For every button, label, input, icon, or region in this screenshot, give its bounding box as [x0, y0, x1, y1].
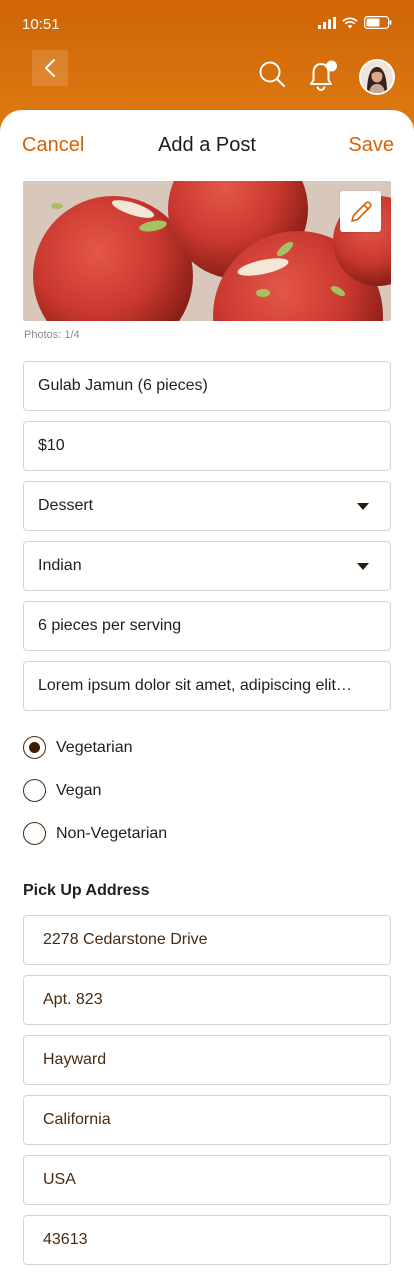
- country-value: USA: [43, 1171, 76, 1188]
- radio-button-selected[interactable]: [23, 736, 46, 759]
- pickup-address-heading: Pick Up Address: [23, 882, 150, 899]
- description-value: Lorem ipsum dolor sit amet, adipiscing e…: [38, 677, 352, 694]
- category-select[interactable]: Dessert: [23, 481, 391, 531]
- serving-value: 6 pieces per serving: [38, 617, 182, 634]
- description-field[interactable]: Lorem ipsum dolor sit amet, adipiscing e…: [23, 661, 391, 711]
- zip-field[interactable]: 43613: [23, 1215, 391, 1265]
- diet-option-non-vegetarian[interactable]: Non-Vegetarian: [23, 822, 167, 845]
- signal-icon: [318, 16, 336, 29]
- state-value: California: [43, 1111, 111, 1128]
- bell-icon[interactable]: [308, 60, 338, 92]
- search-icon[interactable]: [258, 60, 286, 88]
- street-value: 2278 Cedarstone Drive: [43, 931, 208, 948]
- state-field[interactable]: California: [23, 1095, 391, 1145]
- cuisine-select[interactable]: Indian: [23, 541, 391, 591]
- dish-photo[interactable]: [23, 181, 391, 321]
- unit-field[interactable]: Apt. 823: [23, 975, 391, 1025]
- category-value: Dessert: [38, 497, 94, 514]
- chevron-left-icon: [45, 59, 55, 77]
- cancel-button[interactable]: Cancel: [22, 134, 84, 157]
- cuisine-value: Indian: [38, 557, 82, 574]
- radio-dot: [29, 742, 40, 753]
- back-button[interactable]: [32, 50, 68, 86]
- price-value: $10: [38, 437, 65, 454]
- diet-option-vegetarian[interactable]: Vegetarian: [23, 736, 133, 759]
- serving-field[interactable]: 6 pieces per serving: [23, 601, 391, 651]
- caret-down-icon: [357, 502, 369, 510]
- diet-option-label: Vegan: [56, 781, 102, 799]
- diet-option-vegan[interactable]: Vegan: [23, 779, 101, 802]
- city-field[interactable]: Hayward: [23, 1035, 391, 1085]
- add-post-card: Cancel Add a Post Save Photos: 1/4 Gulab…: [0, 110, 414, 1284]
- gulab-jamun-image: [23, 181, 391, 321]
- avatar-photo: [361, 61, 393, 93]
- battery-icon: [364, 16, 392, 29]
- price-field[interactable]: $10: [23, 421, 391, 471]
- zip-value: 43613: [43, 1231, 88, 1248]
- city-value: Hayward: [43, 1051, 107, 1068]
- status-time: 10:51: [22, 16, 60, 33]
- caret-down-icon: [357, 562, 369, 570]
- unit-value: Apt. 823: [43, 991, 103, 1008]
- form-top-bar: Cancel Add a Post Save: [0, 132, 414, 160]
- diet-option-label: Vegetarian: [56, 738, 133, 756]
- wifi-icon: [342, 16, 358, 28]
- status-bar: 10:51: [0, 0, 414, 48]
- country-field[interactable]: USA: [23, 1155, 391, 1205]
- radio-button[interactable]: [23, 822, 46, 845]
- pencil-icon: [350, 200, 372, 222]
- dish-name-field[interactable]: Gulab Jamun (6 pieces): [23, 361, 391, 411]
- status-icons: [318, 16, 392, 29]
- photos-count: Photos: 1/4: [24, 329, 80, 341]
- avatar[interactable]: [359, 59, 395, 95]
- street-field[interactable]: 2278 Cedarstone Drive: [23, 915, 391, 965]
- edit-photo-button[interactable]: [340, 191, 381, 232]
- save-button[interactable]: Save: [348, 134, 394, 157]
- dish-name-value: Gulab Jamun (6 pieces): [38, 377, 208, 394]
- radio-button[interactable]: [23, 779, 46, 802]
- diet-option-label: Non-Vegetarian: [56, 824, 168, 842]
